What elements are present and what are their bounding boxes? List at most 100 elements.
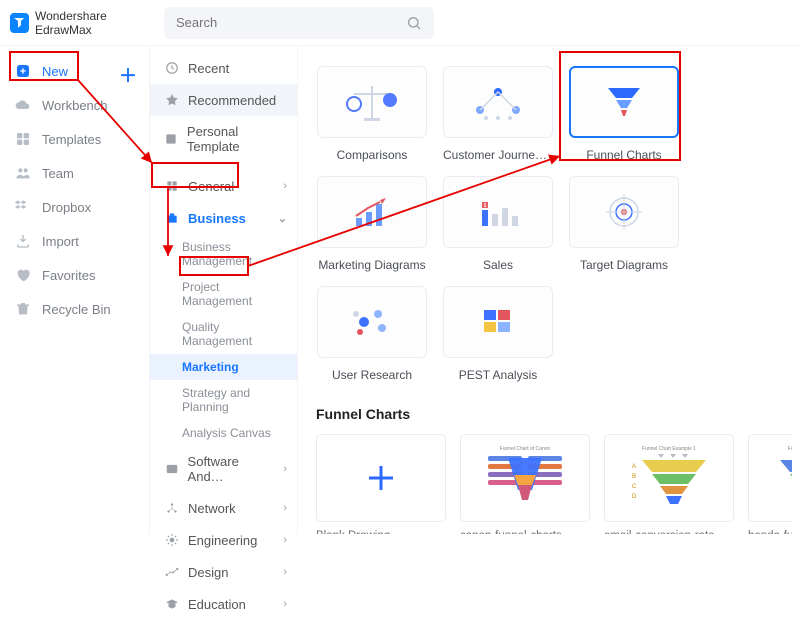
- sales-icon: $: [443, 176, 553, 248]
- nav-recycle-bin[interactable]: Recycle Bin: [0, 292, 149, 326]
- cat-engineering[interactable]: Engineering ›: [150, 524, 297, 556]
- cat-label: Network: [188, 501, 236, 516]
- template-card-user-research[interactable]: User Research: [316, 286, 428, 382]
- cat-network[interactable]: Network ›: [150, 492, 297, 524]
- journey-icon: [443, 66, 553, 138]
- gallery-card-canon-funnel[interactable]: Funnel Chart of Canon canon-funnel-chart…: [460, 434, 590, 534]
- cloud-icon: [14, 96, 32, 114]
- template-label: Customer Journey …: [443, 148, 553, 162]
- nav-label: Workbench: [42, 98, 108, 113]
- chevron-right-icon: ›: [283, 180, 287, 192]
- cat-design[interactable]: Design ›: [150, 556, 297, 588]
- subcat-strategy-planning[interactable]: Strategy and Planning: [150, 380, 297, 420]
- subcat-business-management[interactable]: Business Management: [150, 234, 297, 274]
- nav-workbench[interactable]: Workbench: [0, 88, 149, 122]
- cat-label: Recommended: [188, 93, 276, 108]
- svg-text:B: B: [632, 474, 636, 480]
- gallery-label: email-conversion-rate-of-c…: [604, 530, 734, 534]
- nav-label: Import: [42, 234, 79, 249]
- cat-label: Design: [188, 565, 228, 580]
- new-plus-button[interactable]: ＋: [119, 62, 137, 88]
- funnel-thumb-3: Funnel Chart of Honda: [748, 434, 792, 522]
- gallery-card-email-conversion[interactable]: Funnel Chart Example 1ABCD email-convers…: [604, 434, 734, 534]
- search-input[interactable]: [176, 15, 406, 30]
- template-label: Target Diagrams: [580, 258, 668, 272]
- subcat-marketing[interactable]: Marketing: [150, 354, 297, 380]
- grid-icon: [14, 130, 32, 148]
- svg-text:D: D: [632, 494, 637, 500]
- cat-general[interactable]: General ›: [150, 170, 297, 202]
- svg-text:Funnel Chart of Honda: Funnel Chart of Honda: [788, 446, 792, 452]
- comparison-icon: [317, 66, 427, 138]
- gallery-card-blank[interactable]: Blank Drawing: [316, 434, 446, 534]
- nav-favorites[interactable]: Favorites: [0, 258, 149, 292]
- template-card-funnel-charts[interactable]: Funnel Charts: [568, 66, 680, 162]
- design-icon: [164, 564, 180, 580]
- engineering-icon: [164, 532, 180, 548]
- software-icon: [164, 461, 180, 477]
- template-card-sales[interactable]: $ Sales: [442, 176, 554, 272]
- nav-dropbox[interactable]: Dropbox: [0, 190, 149, 224]
- funnel-thumb-1: Funnel Chart of Canon: [460, 434, 590, 522]
- subcat-project-management[interactable]: Project Management: [150, 274, 297, 314]
- cat-label: General: [188, 179, 234, 194]
- nav-label: Templates: [42, 132, 101, 147]
- cat-label: Education: [188, 597, 246, 612]
- search-input-wrap[interactable]: [164, 7, 434, 39]
- nav-import[interactable]: Import: [0, 224, 149, 258]
- cat-label: Engineering: [188, 533, 257, 548]
- gallery-label: Blank Drawing: [316, 530, 446, 534]
- template-label: Comparisons: [337, 148, 408, 162]
- gallery-card-honda-funnel[interactable]: Funnel Chart of Honda honda-funnel-…: [748, 434, 792, 534]
- cat-education[interactable]: Education ›: [150, 588, 297, 620]
- plus-square-icon: [14, 62, 32, 80]
- chevron-right-icon: ›: [283, 534, 287, 546]
- dropbox-icon: [14, 198, 32, 216]
- template-card-marketing-diagrams[interactable]: Marketing Diagrams: [316, 176, 428, 272]
- blank-thumb: [316, 434, 446, 522]
- svg-text:$: $: [484, 203, 487, 209]
- template-icon: [164, 131, 179, 147]
- clock-icon: [164, 60, 180, 76]
- chevron-right-icon: ›: [283, 598, 287, 610]
- brand: Wondershare EdrawMax: [10, 9, 160, 37]
- template-card-target-diagrams[interactable]: Target Diagrams: [568, 176, 680, 272]
- cat-personal-template[interactable]: Personal Template: [150, 116, 297, 162]
- brand-logo-icon: [10, 13, 29, 33]
- svg-text:A: A: [632, 464, 636, 470]
- heart-icon: [14, 266, 32, 284]
- cat-software[interactable]: Software And… ›: [150, 446, 297, 492]
- general-icon: [164, 178, 180, 194]
- funnel-thumb-2: Funnel Chart Example 1ABCD: [604, 434, 734, 522]
- nav-templates[interactable]: Templates: [0, 122, 149, 156]
- cat-recommended[interactable]: Recommended: [150, 84, 297, 116]
- template-card-customer-journey[interactable]: Customer Journey …: [442, 66, 554, 162]
- subcat-quality-management[interactable]: Quality Management: [150, 314, 297, 354]
- cat-label: Personal Template: [187, 124, 287, 154]
- nav-team[interactable]: Team: [0, 156, 149, 190]
- section-title: Funnel Charts: [316, 406, 792, 422]
- template-label: Marketing Diagrams: [318, 258, 425, 272]
- cat-recent[interactable]: Recent: [150, 52, 297, 84]
- template-type-grid: Comparisons Customer Journey … Funnel Ch…: [316, 66, 792, 382]
- svg-text:Funnel Chart Example 1: Funnel Chart Example 1: [642, 446, 696, 452]
- template-label: PEST Analysis: [459, 368, 537, 382]
- chevron-right-icon: ›: [283, 502, 287, 514]
- nav-label: Favorites: [42, 268, 95, 283]
- nav-label: Recycle Bin: [42, 302, 111, 317]
- template-label: User Research: [332, 368, 412, 382]
- business-icon: [164, 210, 180, 226]
- category-nav: Recent Recommended Personal Template Gen…: [150, 46, 298, 534]
- template-card-comparisons[interactable]: Comparisons: [316, 66, 428, 162]
- education-icon: [164, 596, 180, 612]
- svg-text:Funnel Chart of Canon: Funnel Chart of Canon: [500, 446, 551, 452]
- nav-label: New: [42, 64, 68, 79]
- template-label: Funnel Charts: [586, 148, 661, 162]
- subcat-analysis-canvas[interactable]: Analysis Canvas: [150, 420, 297, 446]
- trash-icon: [14, 300, 32, 318]
- funnel-icon: [569, 66, 679, 138]
- research-icon: [317, 286, 427, 358]
- template-card-pest-analysis[interactable]: PEST Analysis: [442, 286, 554, 382]
- cat-business[interactable]: Business ⌄: [150, 202, 297, 234]
- chevron-down-icon: ⌄: [278, 212, 287, 225]
